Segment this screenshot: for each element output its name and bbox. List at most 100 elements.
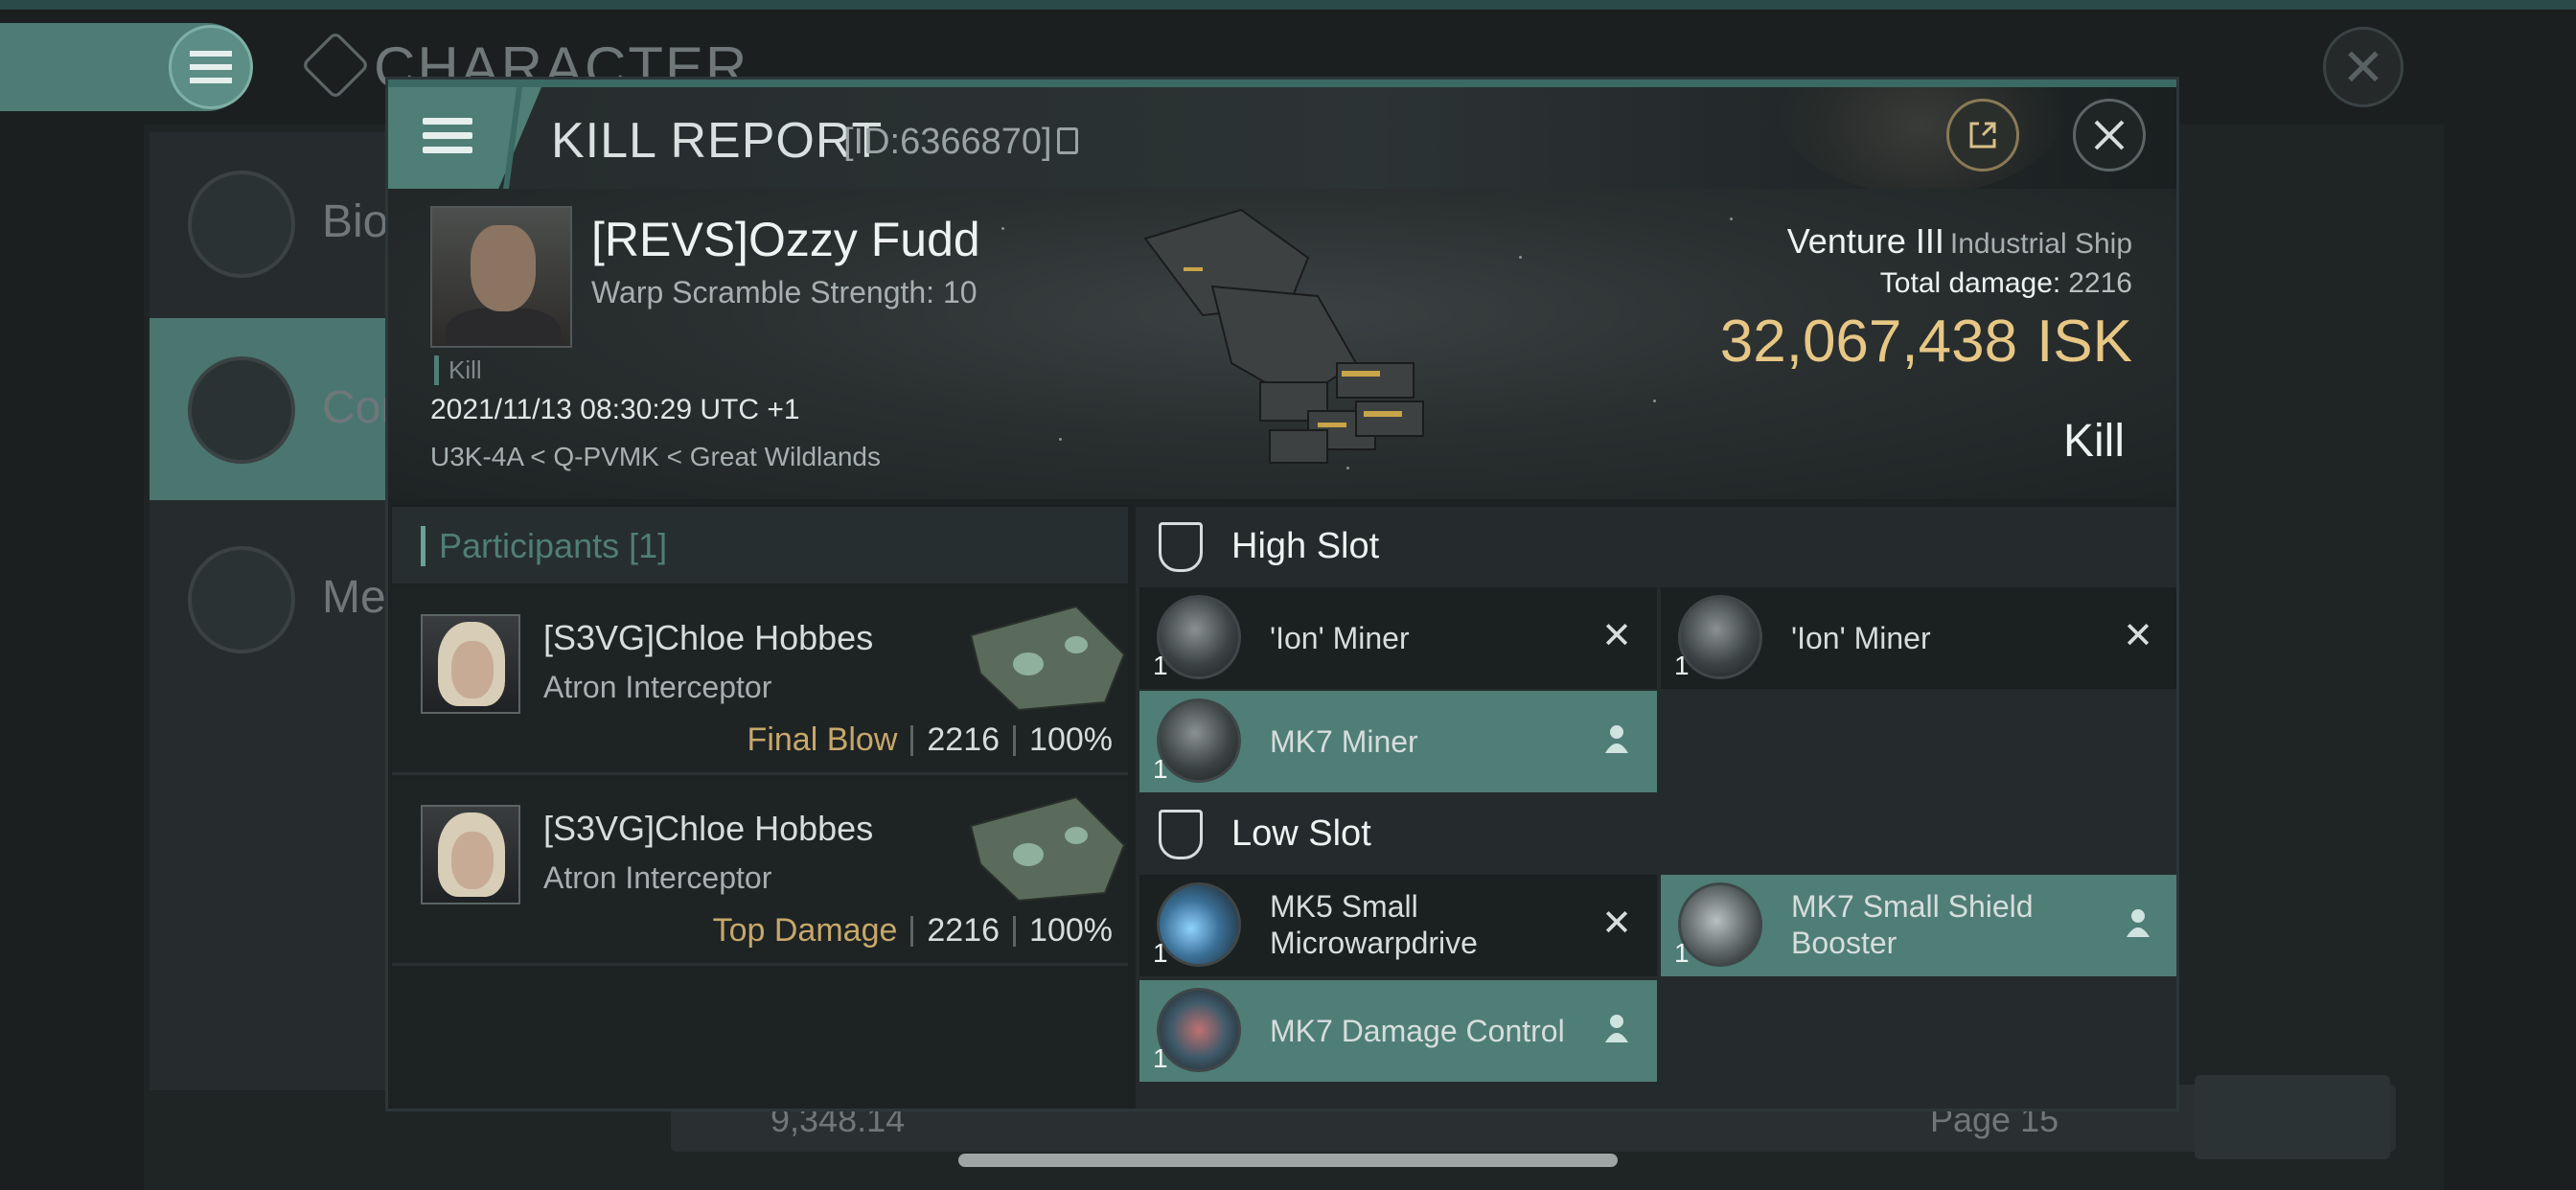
copy-icon[interactable] xyxy=(1057,127,1078,154)
high-slot-label: High Slot xyxy=(1231,526,1380,566)
sidebar-item-label: Bio xyxy=(322,196,389,247)
microwarpdrive-icon xyxy=(1157,882,1241,967)
participant-percent: 100% xyxy=(1029,721,1113,758)
participant-ship-image[interactable] xyxy=(961,597,1130,718)
mid-slot-icon xyxy=(1159,1109,1203,1111)
fitting-panel: High Slot 1 'Ion' Miner ✕ 1 'Ion' Miner … xyxy=(1136,507,2176,1111)
bio-icon xyxy=(188,171,295,278)
destroyed-x-icon: ✕ xyxy=(2123,615,2153,656)
kill-summary: [REVS]Ozzy Fudd Warp Scramble Strength: … xyxy=(388,189,2176,499)
module-quantity: 1 xyxy=(1153,1043,1168,1073)
home-indicator[interactable] xyxy=(958,1154,1618,1167)
participants-panel: Participants [1] [S3VG]Chloe Hobbes Atro… xyxy=(392,507,1128,1109)
module-quantity: 1 xyxy=(1153,754,1168,784)
participant-stats: Top Damage 2216 100% xyxy=(713,912,1113,950)
close-button[interactable] xyxy=(2073,99,2146,172)
background-menu-button[interactable] xyxy=(169,25,253,109)
module-name: MK5 Small Microwarpdrive xyxy=(1270,889,1478,960)
menu-icon xyxy=(190,51,232,83)
ship-class: Industrial Ship xyxy=(1949,228,2132,260)
kill-report-modal: KILL REPORT [ID:6366870] [REVS]Ozzy Fudd… xyxy=(385,77,2179,1111)
modal-top-accent xyxy=(388,80,2176,87)
participants-header: Participants [1] xyxy=(392,507,1128,584)
dropped-person-icon xyxy=(1598,1009,1636,1047)
module-item[interactable]: 1 MK7 Small Shield Booster xyxy=(1661,875,2176,976)
share-button[interactable] xyxy=(1946,99,2019,172)
total-damage-value: 2216 xyxy=(2068,267,2132,299)
high-slot-header: High Slot xyxy=(1136,507,2176,584)
background-top-strip xyxy=(0,0,2576,10)
module-item[interactable]: 1 'Ion' Miner ✕ xyxy=(1139,587,1657,689)
low-slot-header: Low Slot xyxy=(1136,794,2176,871)
module-item[interactable]: 1 MK5 Small Microwarpdrive ✕ xyxy=(1139,875,1657,976)
module-quantity: 1 xyxy=(1153,651,1168,680)
participant-ship: Atron Interceptor xyxy=(543,860,772,895)
total-damage-label: Total damage: xyxy=(1879,267,2061,299)
share-icon xyxy=(1969,122,1996,149)
participant-ship-image[interactable] xyxy=(961,788,1130,908)
module-name: MK7 Miner xyxy=(1270,724,1418,759)
warp-scramble-strength: Warp Scramble Strength: 10 xyxy=(591,275,978,309)
participant-row[interactable]: [S3VG]Chloe Hobbes Atron Interceptor Fin… xyxy=(392,587,1128,775)
participant-role: Final Blow xyxy=(747,721,898,758)
background-close-button[interactable]: ✕ xyxy=(2323,27,2404,107)
modal-title: KILL REPORT xyxy=(551,113,884,169)
kill-tag: Kill xyxy=(434,355,482,385)
close-icon: ✕ xyxy=(2341,38,2385,97)
damage-control-icon xyxy=(1157,988,1241,1072)
dropped-person-icon xyxy=(1598,720,1636,758)
dropped-person-icon xyxy=(2119,904,2157,942)
victim-name[interactable]: [REVS]Ozzy Fudd xyxy=(591,212,980,267)
module-item[interactable]: 1 MK7 Damage Control xyxy=(1139,980,1657,1082)
destroyed-x-icon: ✕ xyxy=(1601,615,1632,656)
module-name: MK7 Small Shield Booster xyxy=(1791,889,2034,960)
isk-unit: ISK xyxy=(2036,309,2132,375)
module-name: 'Ion' Miner xyxy=(1791,621,1931,655)
module-item[interactable]: 1 MK7 Miner xyxy=(1139,691,1657,792)
star-icon xyxy=(188,546,295,653)
miner-icon xyxy=(1678,595,1762,679)
miner-icon xyxy=(1157,595,1241,679)
low-slot-label: Low Slot xyxy=(1231,813,1371,854)
participant-row[interactable]: [S3VG]Chloe Hobbes Atron Interceptor Top… xyxy=(392,778,1128,966)
participant-name: [S3VG]Chloe Hobbes xyxy=(543,809,874,848)
participant-portrait[interactable] xyxy=(421,614,520,714)
victim-portrait[interactable] xyxy=(430,206,572,348)
ship-name[interactable]: Venture III Industrial Ship xyxy=(1787,221,2132,262)
participant-ship: Atron Interceptor xyxy=(543,670,772,704)
victim-ship-image[interactable] xyxy=(1126,200,1452,488)
isk-amount: 32,067,438 xyxy=(1719,309,2018,375)
kill-datetime: 2021/11/13 08:30:29 UTC +1 xyxy=(430,394,800,425)
participants-label: Participants [1] xyxy=(421,526,667,566)
module-quantity: 1 xyxy=(1674,938,1690,968)
character-icon xyxy=(300,30,371,101)
close-icon xyxy=(2094,120,2125,150)
destroyed-x-icon: ✕ xyxy=(1601,903,1632,944)
participant-damage: 2216 xyxy=(927,721,1000,758)
crossed-swords-icon xyxy=(188,356,295,464)
participant-role: Top Damage xyxy=(712,912,898,949)
background-filter-button[interactable] xyxy=(2195,1075,2390,1159)
low-slot-icon xyxy=(1159,810,1203,859)
kill-result: Kill xyxy=(2062,416,2125,467)
participant-portrait[interactable] xyxy=(421,805,520,904)
menu-icon xyxy=(423,118,472,161)
module-name: 'Ion' Miner xyxy=(1270,621,1410,655)
next-slot-header xyxy=(1136,1093,2176,1111)
module-item[interactable]: 1 'Ion' Miner ✕ xyxy=(1661,587,2176,689)
high-slot-icon xyxy=(1159,522,1203,572)
participant-stats: Final Blow 2216 100% xyxy=(748,721,1113,759)
participant-percent: 100% xyxy=(1029,912,1113,949)
participant-name: [S3VG]Chloe Hobbes xyxy=(543,618,874,657)
participant-damage: 2216 xyxy=(927,912,1000,949)
total-damage: Total damage: 2216 xyxy=(1880,267,2132,300)
module-name: MK7 Damage Control xyxy=(1270,1014,1565,1048)
module-quantity: 1 xyxy=(1153,938,1168,968)
ship-type-name: Venture III xyxy=(1786,221,1944,261)
kill-id: [ID:6366870] xyxy=(843,122,1052,162)
miner-icon xyxy=(1157,698,1241,783)
isk-value: 32,067,438 ISK xyxy=(1720,308,2132,376)
module-quantity: 1 xyxy=(1674,651,1690,680)
shield-booster-icon xyxy=(1678,882,1762,967)
kill-location[interactable]: U3K-4A < Q-PVMK < Great Wildlands xyxy=(430,442,881,472)
